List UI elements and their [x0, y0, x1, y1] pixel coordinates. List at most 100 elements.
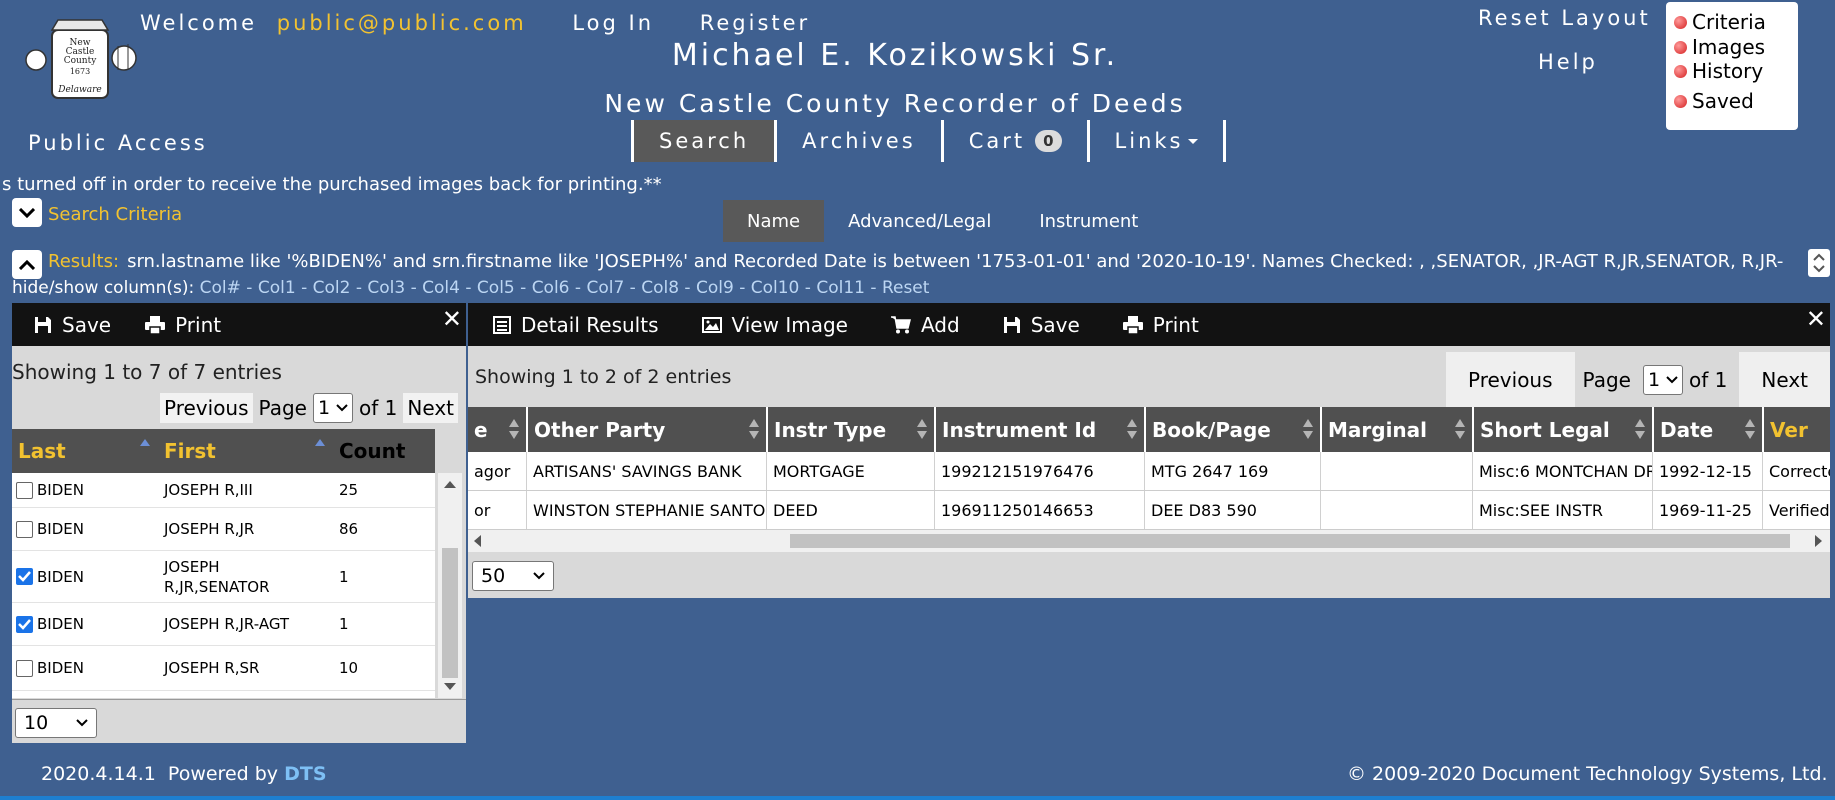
floppy-disk-icon	[35, 316, 51, 333]
col-toggle-col6[interactable]: Col6	[532, 278, 570, 298]
login-link[interactable]: Log In	[572, 11, 654, 35]
tab-advanced-legal[interactable]: Advanced/Legal	[824, 200, 1015, 242]
results-collapse-button[interactable]	[12, 250, 42, 279]
panel-toggle-saved[interactable]: Saved	[1674, 89, 1754, 113]
row-checkbox[interactable]	[16, 481, 33, 499]
names-page-label: Page	[258, 396, 307, 420]
table-row[interactable]: agor ARTISANS' SAVINGS BANK MORTGAGE 199…	[468, 452, 1830, 491]
nav-search[interactable]: Search	[631, 120, 775, 162]
col-toggle-col1[interactable]: Col1	[258, 278, 296, 298]
col-header-book-page[interactable]: Book/Page	[1144, 407, 1320, 452]
col-header-grantor-partial[interactable]: e	[468, 407, 526, 452]
table-row[interactable]: BIDEN JOSEPH R,III 25	[12, 473, 435, 508]
view-image-button[interactable]: View Image	[701, 313, 848, 337]
col-header-instrument-id[interactable]: Instrument Id	[934, 407, 1144, 452]
tab-instrument[interactable]: Instrument	[1015, 200, 1162, 242]
panel-toggle-history[interactable]: History	[1674, 59, 1763, 83]
col-header-marginal[interactable]: Marginal	[1320, 407, 1472, 452]
close-icon[interactable]: ✕	[1806, 305, 1826, 333]
criteria-collapse-button[interactable]	[12, 198, 42, 227]
detail-results-button[interactable]: Detail Results	[493, 313, 659, 337]
col-header-short-legal[interactable]: Short Legal	[1472, 407, 1652, 452]
detail-pagination: Previous Page 1 of 1 Next	[1446, 352, 1830, 407]
detail-table-header: e Other Party Instr Type Instrument Id B…	[468, 407, 1830, 452]
col-toggle-col5[interactable]: Col5	[477, 278, 515, 298]
col-header-instr-type[interactable]: Instr Type	[766, 407, 934, 452]
col-toggle-col3[interactable]: Col3	[367, 278, 405, 298]
names-page-select[interactable]: 1	[312, 393, 354, 423]
chevron-down-icon	[1666, 375, 1678, 383]
table-row[interactable]: BIDEN JOSEPH R,JR-AGT 1	[12, 603, 435, 646]
tab-name[interactable]: Name	[723, 200, 825, 242]
panel-toggle-images[interactable]: Images	[1674, 35, 1765, 59]
register-link[interactable]: Register	[700, 11, 810, 35]
names-page-of: of 1	[359, 396, 398, 420]
panel-toggle-criteria[interactable]: Criteria	[1674, 10, 1766, 34]
detail-next-button[interactable]: Next	[1739, 352, 1830, 407]
detail-horizontal-scrollbar[interactable]	[468, 530, 1830, 552]
row-checkbox[interactable]	[16, 659, 33, 677]
scrollbar-thumb[interactable]	[790, 534, 1790, 548]
names-page-length-select[interactable]: 10	[15, 708, 97, 738]
search-criteria-link[interactable]: Search Criteria	[48, 204, 182, 225]
col-toggle-col2[interactable]: Col2	[313, 278, 351, 298]
red-dot-icon	[1674, 15, 1687, 29]
col-toggle-col7[interactable]: Col7	[586, 278, 624, 298]
col-header-date[interactable]: Date	[1652, 407, 1762, 452]
help-link[interactable]: Help	[1538, 50, 1598, 74]
version-info: 2020.4.14.1 Powered by DTS	[41, 763, 327, 785]
chevron-down-icon	[76, 719, 88, 727]
col-header-other-party[interactable]: Other Party	[526, 407, 766, 452]
close-icon[interactable]: ✕	[442, 305, 462, 333]
nav-links[interactable]: Links	[1086, 120, 1227, 162]
scroll-right-arrow-icon[interactable]	[1815, 535, 1822, 547]
column-visibility-bar: hide/show column(s): Col# - Col1 - Col2 …	[12, 278, 930, 298]
names-vertical-scrollbar[interactable]	[438, 473, 462, 698]
dts-link[interactable]: DTS	[284, 763, 326, 785]
reset-layout-link[interactable]: Reset Layout	[1478, 6, 1651, 30]
red-dot-icon	[1674, 94, 1687, 108]
col-header-last[interactable]: Last	[12, 429, 158, 473]
table-row[interactable]: BIDEN JOSEPH R,SR 10	[12, 646, 435, 691]
names-save-button[interactable]: Save	[34, 313, 111, 337]
sort-icon	[509, 419, 519, 439]
row-checkbox[interactable]	[16, 520, 33, 538]
nav-archives[interactable]: Archives	[774, 120, 941, 162]
add-to-cart-button[interactable]: Add	[890, 313, 960, 337]
scroll-left-arrow-icon[interactable]	[474, 535, 481, 547]
detail-print-button[interactable]: Print	[1122, 313, 1199, 337]
table-row[interactable]: or WINSTON STEPHANIE SANTOW DEED 1969112…	[468, 491, 1830, 530]
detail-page-length-select[interactable]: 50	[472, 561, 554, 591]
results-scroll-control[interactable]	[1808, 249, 1830, 277]
detail-page-select[interactable]: 1	[1642, 364, 1684, 395]
row-checkbox-checked[interactable]	[16, 615, 33, 633]
col-toggle-col11[interactable]: Col11	[816, 278, 865, 298]
sort-icon	[1745, 419, 1755, 439]
table-row[interactable]: BIDEN JOSEPH R,JR 86	[12, 508, 435, 551]
detail-previous-button[interactable]: Previous	[1446, 352, 1575, 407]
names-previous-button[interactable]: Previous	[160, 393, 253, 423]
names-print-button[interactable]: Print	[145, 313, 221, 337]
detail-entries-info: Showing 1 to 2 of 2 entries	[475, 366, 732, 388]
names-pagination: Previous Page 1 of 1 Next	[160, 393, 458, 423]
col-toggle-col8[interactable]: Col8	[641, 278, 679, 298]
col-toggle-colnum[interactable]: Col#	[200, 278, 241, 298]
table-row[interactable]: BIDEN JOSEPH R,JR,SENATOR 1	[12, 551, 435, 603]
row-checkbox-checked[interactable]	[16, 568, 33, 585]
col-toggle-col10[interactable]: Col10	[751, 278, 800, 298]
detail-save-button[interactable]: Save	[1003, 313, 1080, 337]
col-toggle-col4[interactable]: Col4	[422, 278, 460, 298]
col-header-verified[interactable]: Ver	[1762, 407, 1830, 452]
page-subtitle: New Castle County Recorder of Deeds	[604, 89, 1186, 118]
nav-cart[interactable]: Cart 0	[940, 120, 1087, 162]
scroll-down-arrow-icon[interactable]	[444, 683, 456, 690]
col-header-count[interactable]: Count	[333, 429, 435, 473]
names-footer: 10	[12, 699, 466, 743]
col-header-first[interactable]: First	[158, 429, 333, 473]
names-next-button[interactable]: Next	[403, 393, 458, 423]
scrollbar-thumb[interactable]	[442, 548, 458, 678]
col-toggle-col9[interactable]: Col9	[696, 278, 734, 298]
col-reset-link[interactable]: Reset	[882, 278, 930, 298]
scroll-up-arrow-icon[interactable]	[444, 481, 456, 488]
sort-icon	[1303, 419, 1313, 439]
